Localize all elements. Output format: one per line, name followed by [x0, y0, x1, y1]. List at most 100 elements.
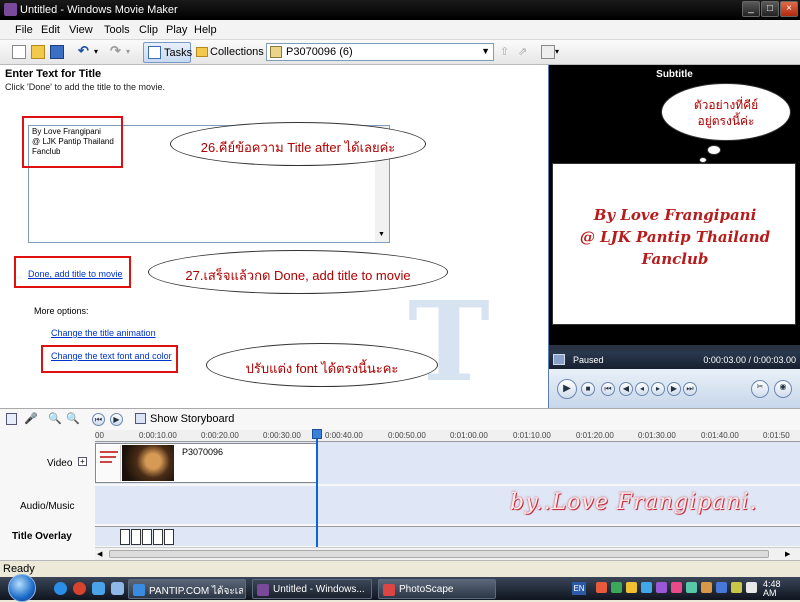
- play-timeline-icon[interactable]: ▶: [110, 413, 123, 426]
- narrate-icon[interactable]: 🎤: [24, 412, 38, 425]
- timeline-scrollbar[interactable]: ◀ ▶: [95, 547, 800, 560]
- window-title: Untitled - Windows Movie Maker: [20, 4, 178, 16]
- previous-frame-icon[interactable]: ⏮: [601, 382, 615, 396]
- scrollbar-thumb[interactable]: [109, 550, 769, 558]
- redo-dropdown-icon[interactable]: ▾: [126, 45, 140, 59]
- more-options-label: More options:: [34, 306, 89, 316]
- tray-icon[interactable]: [716, 582, 727, 593]
- status-bar: Ready: [0, 560, 800, 577]
- overlay-frame[interactable]: [120, 529, 130, 545]
- desktop-icon[interactable]: [92, 582, 105, 595]
- playback-time: 0:00:03.00 / 0:00:03.00: [703, 355, 796, 365]
- set-audio-levels-icon[interactable]: [6, 413, 17, 425]
- taskbar-item-movie-maker[interactable]: Untitled - Windows...: [252, 579, 372, 599]
- new-folder-icon[interactable]: ⇗: [518, 45, 532, 59]
- views-dropdown-icon[interactable]: ▾: [555, 45, 569, 59]
- callout-font: ปรับแต่ง font ได้ตรงนี้นะคะ: [206, 343, 438, 387]
- video-clip[interactable]: P3070096: [95, 443, 317, 483]
- overlay-frame[interactable]: [142, 529, 152, 545]
- chevron-down-icon: ▼: [481, 46, 490, 56]
- taskbar-item-pantip[interactable]: PANTIP.COM ได้จะเล...: [128, 579, 246, 599]
- tray-icon[interactable]: [626, 582, 637, 593]
- playhead-handle[interactable]: [312, 429, 322, 439]
- video-track[interactable]: P3070096: [95, 442, 800, 484]
- collection-dropdown[interactable]: P3070096 (6) ▼: [266, 43, 494, 61]
- language-indicator[interactable]: EN: [572, 582, 586, 595]
- highlight-text-box: [22, 116, 123, 168]
- author-watermark: by..Love Frangipani.: [510, 490, 758, 515]
- maximize-button[interactable]: □: [761, 1, 779, 17]
- playhead[interactable]: [316, 430, 318, 547]
- collections-button[interactable]: Collections: [194, 42, 264, 63]
- redo-icon[interactable]: ↷: [110, 44, 124, 59]
- zoom-in-icon[interactable]: 🔍: [48, 412, 62, 425]
- playback-controls: ▶ ■ ⏮ ◀ ◂ ▸ ▶ ⏭ ✂ ◉: [549, 369, 800, 408]
- menu-view[interactable]: View: [69, 24, 93, 36]
- tray-icon[interactable]: [611, 582, 622, 593]
- start-button[interactable]: [8, 574, 36, 602]
- views-icon[interactable]: [541, 45, 555, 59]
- tray-icon[interactable]: [596, 582, 607, 593]
- up-level-icon[interactable]: ⇧: [500, 45, 514, 59]
- next-frame-icon[interactable]: ⏭: [683, 382, 697, 396]
- callout-step-27: 27.เสร็จแล้วกด Done, add title to movie: [148, 250, 448, 294]
- playback-status: Paused: [573, 355, 604, 365]
- timeline-ruler[interactable]: 00 0:00:10.00 0:00:20.00 0:00:30.00 0:00…: [95, 430, 800, 442]
- quicklaunch-icon[interactable]: [73, 582, 86, 595]
- save-project-icon[interactable]: [50, 45, 64, 59]
- frame-forward-icon[interactable]: ▸: [651, 382, 665, 396]
- track-label-audio: Audio/Music: [20, 501, 75, 512]
- stop-icon[interactable]: ■: [581, 382, 595, 396]
- play-icon[interactable]: ▶: [557, 379, 577, 399]
- menu-help[interactable]: Help: [194, 24, 217, 36]
- overlay-frame[interactable]: [164, 529, 174, 545]
- title-task-pane: T Enter Text for Title Click 'Done' to a…: [0, 65, 548, 408]
- clock[interactable]: 4:48 AM: [763, 580, 781, 598]
- menu-file[interactable]: File: [15, 24, 33, 36]
- taskbar: PANTIP.COM ได้จะเล... Untitled - Windows…: [0, 574, 800, 602]
- show-storyboard-button[interactable]: Show Storyboard: [150, 413, 234, 425]
- expand-video-icon[interactable]: +: [78, 457, 87, 466]
- rewind-icon[interactable]: ◀: [619, 382, 633, 396]
- title-watermark-icon: T: [408, 277, 490, 406]
- preview-title-text: By Love Frangipani @ LJK Pantip Thailand…: [579, 206, 771, 268]
- switch-windows-icon[interactable]: [111, 582, 124, 595]
- volume-icon[interactable]: [746, 582, 757, 593]
- open-project-icon[interactable]: [31, 45, 45, 59]
- overlay-frame[interactable]: [153, 529, 163, 545]
- title-overlay-track[interactable]: [95, 526, 800, 546]
- tray-icon[interactable]: [701, 582, 712, 593]
- ie-icon[interactable]: [54, 582, 67, 595]
- preview-screen: By Love Frangipani @ LJK Pantip Thailand…: [552, 163, 796, 325]
- tray-icon[interactable]: [656, 582, 667, 593]
- take-picture-icon[interactable]: ◉: [774, 380, 792, 398]
- new-project-icon[interactable]: [12, 45, 26, 59]
- menu-bar: File Edit View Tools Clip Play Help: [0, 20, 800, 40]
- pane-splitter[interactable]: [548, 65, 549, 408]
- tray-icon[interactable]: [671, 582, 682, 593]
- minimize-button[interactable]: _: [742, 1, 760, 17]
- overlay-frame[interactable]: [131, 529, 141, 545]
- taskbar-item-photoscape[interactable]: PhotoScape: [378, 579, 496, 599]
- menu-clip[interactable]: Clip: [139, 24, 158, 36]
- tasks-button[interactable]: Tasks: [143, 42, 192, 63]
- rewind-timeline-icon[interactable]: ⏮: [92, 413, 105, 426]
- tray-icon[interactable]: [641, 582, 652, 593]
- playback-status-bar: Paused 0:00:03.00 / 0:00:03.00: [549, 351, 800, 369]
- callout-step-26: 26.คีย์ข้อความ Title after ได้เลยค่ะ: [170, 122, 426, 166]
- menu-tools[interactable]: Tools: [104, 24, 130, 36]
- change-animation-link[interactable]: Change the title animation: [51, 328, 156, 338]
- undo-dropdown-icon[interactable]: ▾: [94, 45, 108, 59]
- tray-icon[interactable]: [686, 582, 697, 593]
- zoom-out-icon[interactable]: 🔍: [66, 412, 80, 425]
- app-icon: [4, 3, 17, 16]
- menu-play[interactable]: Play: [166, 24, 187, 36]
- collection-icon: [270, 46, 282, 58]
- close-button[interactable]: ×: [780, 1, 798, 17]
- fast-forward-icon[interactable]: ▶: [667, 382, 681, 396]
- frame-back-icon[interactable]: ◂: [635, 382, 649, 396]
- split-clip-icon[interactable]: ✂: [751, 380, 769, 398]
- tray-icon[interactable]: [731, 582, 742, 593]
- menu-edit[interactable]: Edit: [41, 24, 60, 36]
- undo-icon[interactable]: ↶: [78, 44, 92, 59]
